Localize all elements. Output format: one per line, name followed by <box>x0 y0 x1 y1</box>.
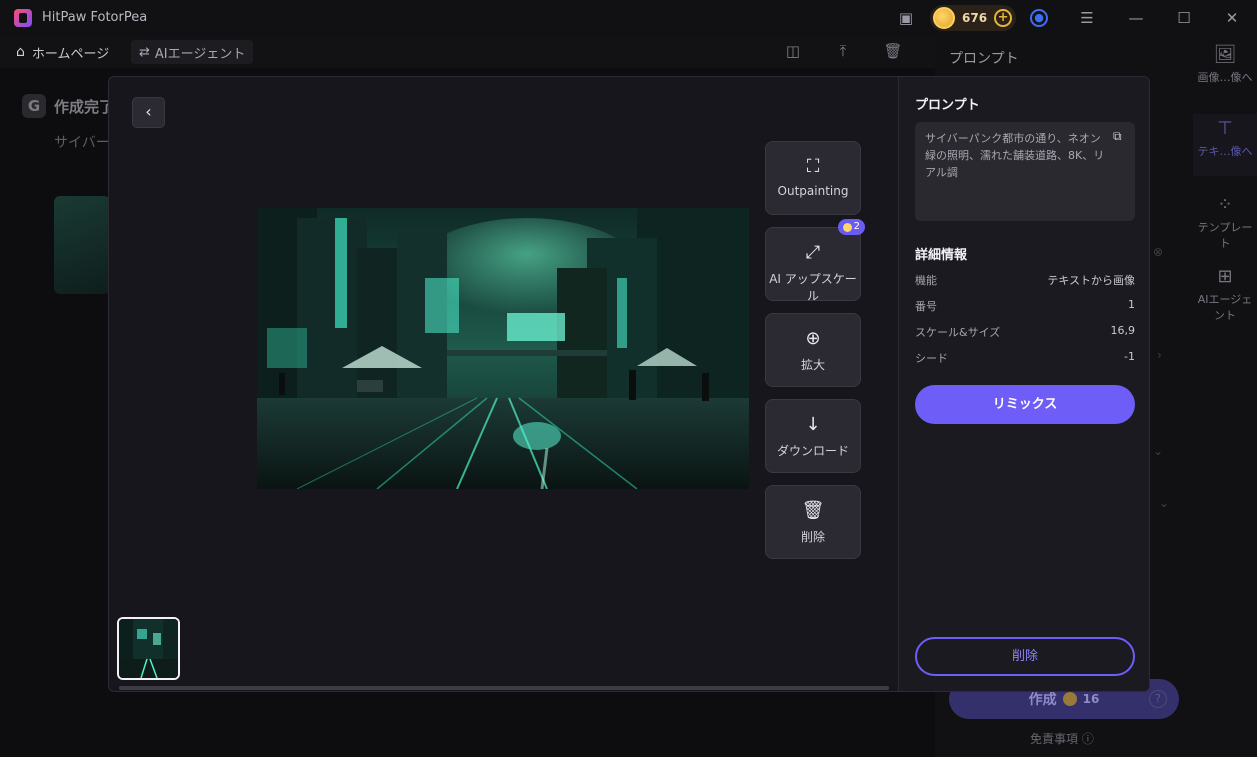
thumbnail-scrollbar[interactable] <box>119 686 889 690</box>
delete-image-button[interactable]: 🗑 削除 <box>765 485 861 559</box>
prompt-text: サイバーパンク都市の通り、ネオン緑の照明、濡れた舗装道路、8K、リアル調 <box>925 132 1105 179</box>
disclaimer-link[interactable]: 免責事項 ⓘ <box>1030 730 1094 747</box>
image-detail-modal: ‹ ⛶ Outpainting 2 ⤢ AI アップスケール ⊕ 拡大 ↓ ダウ… <box>108 76 1150 692</box>
clear-icon[interactable]: ⊗ <box>1153 245 1163 259</box>
zoom-in-button[interactable]: ⊕ 拡大 <box>765 313 861 387</box>
trash-icon: 🗑 <box>801 500 825 521</box>
background-title: 作成完了 <box>54 98 115 116</box>
add-coins-icon[interactable]: + <box>994 9 1013 27</box>
compare-icon[interactable]: ◫ <box>782 42 804 62</box>
menu-icon[interactable]: ☰ <box>1077 8 1097 28</box>
chevron-right-icon[interactable]: › <box>1157 348 1162 362</box>
prompt-text-box[interactable]: サイバーパンク都市の通り、ネオン緑の照明、濡れた舗装道路、8K、リアル調 ⧉ <box>915 122 1135 221</box>
ai-upscale-button[interactable]: 2 ⤢ AI アップスケール <box>765 219 865 303</box>
close-window-icon[interactable]: ✕ <box>1222 8 1242 28</box>
back-button[interactable]: ‹ <box>132 97 165 128</box>
minimize-icon[interactable]: — <box>1126 8 1146 28</box>
maximize-icon[interactable]: ☐ <box>1174 8 1194 28</box>
chevron-down-icon[interactable]: ⌄ <box>1153 444 1163 458</box>
user-icon[interactable]: ● <box>1030 9 1048 27</box>
prompt-heading: プロンプト <box>915 98 980 113</box>
info-panel: プロンプト サイバーパンク都市の通り、ネオン緑の照明、濡れた舗装道路、8K、リア… <box>898 77 1149 691</box>
text-image-icon: ⊤ <box>1217 118 1233 139</box>
agent-label: AIエージェント <box>154 46 246 62</box>
coin-icon <box>842 222 852 232</box>
copy-icon[interactable]: ⧉ <box>1113 128 1127 143</box>
delete-button[interactable]: 削除 <box>915 637 1135 676</box>
sidebar-item-ai-agent[interactable]: ⊞ AIエージェント <box>1193 266 1257 323</box>
coin-icon <box>933 7 955 29</box>
swap-icon: ⇄ <box>139 44 150 60</box>
detail-row-number: 番号 1 <box>915 298 1135 313</box>
generated-image <box>257 208 749 489</box>
image-viewer: ‹ ⛶ Outpainting 2 ⤢ AI アップスケール ⊕ 拡大 ↓ ダウ… <box>109 77 898 691</box>
upload-top-icon[interactable]: ⤒ <box>832 42 854 62</box>
cost-badge: 2 <box>837 219 865 235</box>
thumbnail-preview <box>119 619 178 678</box>
background-prompt-title: プロンプト <box>949 51 1019 67</box>
sidebar-item-image-to-image[interactable]: 🖼 画像…像へ <box>1193 44 1257 85</box>
details-heading: 詳細情報 <box>915 248 968 263</box>
google-icon: G <box>22 94 46 118</box>
detail-row-seed: シード -1 <box>915 350 1135 365</box>
help-icon[interactable]: ? <box>1149 690 1167 708</box>
tab-ai-agent[interactable]: ⇄ AIエージェント <box>131 40 254 64</box>
download-icon: ↓ <box>805 414 821 435</box>
chevron-left-icon: ‹ <box>145 102 152 121</box>
image-icon: 🖼 <box>1213 44 1237 65</box>
agent-icon: ⊞ <box>1217 266 1233 287</box>
cyberpunk-street-image <box>257 208 749 489</box>
chevron-down-icon[interactable]: ⌄ <box>1159 496 1169 510</box>
outpainting-icon: ⛶ <box>806 156 820 177</box>
coin-balance[interactable]: 676 + <box>930 5 1016 31</box>
nav-bar: ⌂ ホームページ ⇄ AIエージェント ◫ ⤒ 🗑 <box>0 36 935 68</box>
app-window: HitPaw FotorPea ▣ 676 + ● ☰ — ☐ ✕ ⌂ ホームペ… <box>0 0 1257 757</box>
home-link[interactable]: ⌂ ホームページ <box>16 41 109 63</box>
app-logo <box>14 9 32 27</box>
app-title: HitPaw FotorPea <box>42 10 148 25</box>
coin-icon <box>1062 692 1077 706</box>
sidebar-item-templates[interactable]: ⁘ テンプレート <box>1193 194 1257 251</box>
image-thumbnail[interactable] <box>117 617 180 680</box>
title-bar: HitPaw FotorPea ▣ 676 + ● ☰ — ☐ ✕ <box>0 0 1257 36</box>
detail-row-function: 機能 テキストから画像 <box>915 274 1135 287</box>
trash-top-icon[interactable]: 🗑 <box>882 42 904 62</box>
home-label: ホームページ <box>31 46 110 62</box>
message-icon[interactable]: ▣ <box>896 8 916 28</box>
upscale-icon: ⤢ <box>805 242 821 263</box>
download-button[interactable]: ↓ ダウンロード <box>765 399 861 473</box>
remix-button[interactable]: リミックス <box>915 385 1135 424</box>
sidebar-item-text-to-image[interactable]: ⊤ テキ…像へ <box>1193 114 1257 176</box>
detail-row-scale-size: スケール&サイズ 16,9 <box>915 324 1135 339</box>
templates-icon: ⁘ <box>1217 194 1233 215</box>
coin-count: 676 <box>962 11 988 25</box>
outpainting-button[interactable]: ⛶ Outpainting <box>765 141 861 215</box>
zoom-in-icon: ⊕ <box>805 328 821 349</box>
home-icon: ⌂ <box>16 44 25 60</box>
background-thumbnail <box>54 196 110 294</box>
